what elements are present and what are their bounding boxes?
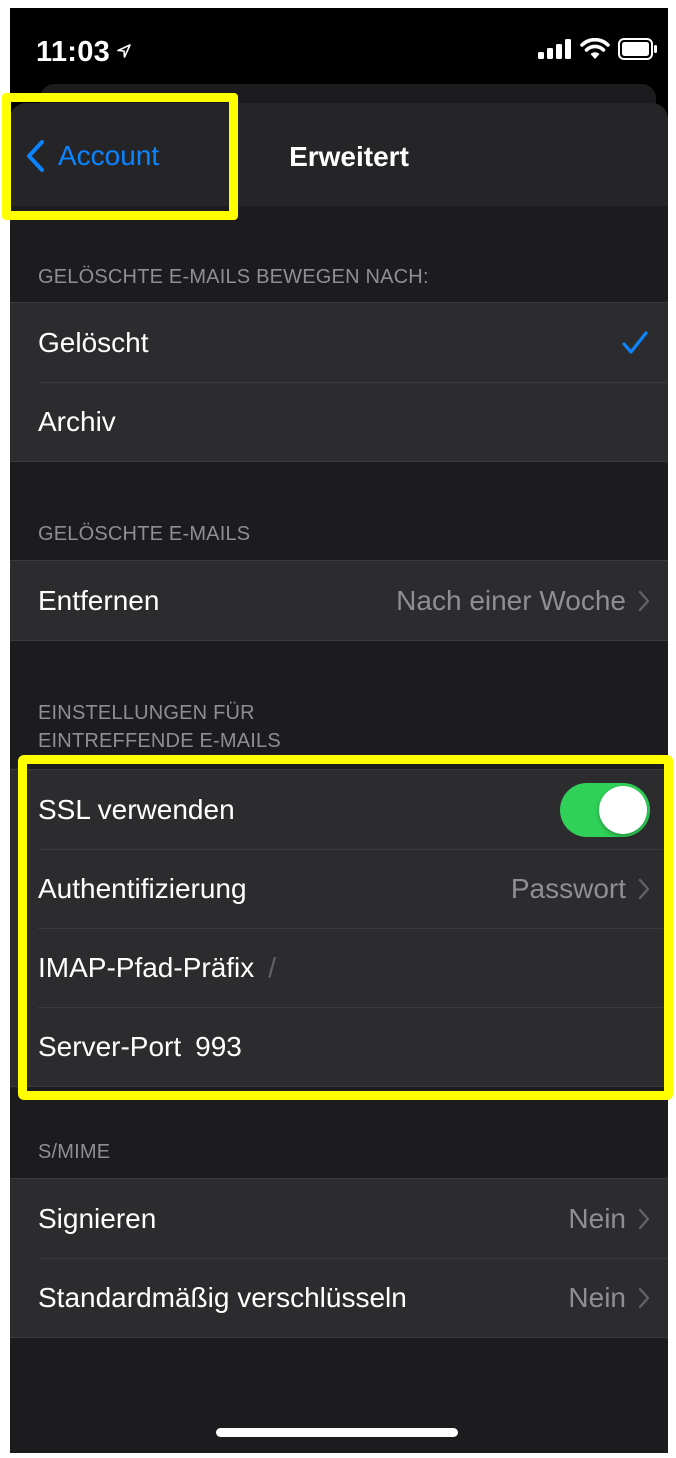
option-label: Gelöscht	[38, 326, 149, 358]
time-text: 11:03	[36, 36, 111, 68]
smime-group: Signieren Nein Standardmäßig verschlüsse…	[10, 1178, 668, 1338]
chevron-right-icon	[638, 1287, 650, 1308]
incoming-settings-group: SSL verwenden Authentifizierung Passwort…	[10, 769, 668, 1087]
section-header-deleted-mails: GELÖSCHTE E-MAILS	[38, 523, 251, 545]
authentication-row[interactable]: Authentifizierung Passwort	[10, 849, 668, 928]
chevron-right-icon	[638, 878, 650, 899]
ssl-row: SSL verwenden	[10, 770, 668, 849]
option-archiv[interactable]: Archiv	[10, 382, 668, 461]
encrypt-label: Standardmäßig verschlüsseln	[38, 1281, 407, 1313]
phone-screen: 11:03 Account Erweitert GELÖSCHTE E-MAIL…	[10, 8, 668, 1453]
chevron-right-icon	[638, 590, 650, 611]
status-time: 11:03	[36, 36, 132, 69]
page-title: Erweitert	[289, 141, 409, 172]
section-header-smime: S/MIME	[38, 1141, 111, 1163]
option-geloescht[interactable]: Gelöscht	[10, 303, 668, 382]
imap-prefix-field[interactable]: /	[268, 952, 276, 984]
chevron-right-icon	[638, 1208, 650, 1229]
wifi-icon	[580, 38, 610, 59]
battery-icon	[618, 38, 657, 60]
remove-value: Nach einer Woche	[396, 584, 626, 616]
status-icons	[538, 38, 658, 60]
encrypt-row[interactable]: Standardmäßig verschlüsseln Nein	[10, 1258, 668, 1337]
server-port-label: Server-Port	[38, 1030, 182, 1062]
sign-value: Nein	[568, 1202, 626, 1234]
section-header-incoming: EINSTELLUNGEN FÜR EINTREFFENDE E-MAILS	[38, 699, 281, 755]
home-indicator	[216, 1428, 458, 1437]
remove-row[interactable]: Entfernen Nach einer Woche	[10, 561, 668, 640]
signal-icon	[538, 39, 571, 59]
ssl-toggle[interactable]	[560, 782, 650, 837]
header-line-2: EINTREFFENDE E-MAILS	[38, 730, 281, 752]
location-arrow-icon	[117, 44, 131, 59]
deleted-mails-group: Entfernen Nach einer Woche	[10, 560, 668, 641]
imap-prefix-label: IMAP-Pfad-Präfix	[38, 951, 255, 983]
sign-row[interactable]: Signieren Nein	[10, 1179, 668, 1258]
auth-label: Authentifizierung	[38, 872, 247, 904]
move-deleted-group: Gelöscht Archiv	[10, 302, 668, 462]
section-header-move-deleted: GELÖSCHTE E-MAILS BEWEGEN NACH:	[38, 266, 429, 288]
server-port-row[interactable]: Server-Port 993	[10, 1007, 668, 1086]
option-label: Archiv	[38, 405, 116, 437]
remove-label: Entfernen	[38, 584, 160, 616]
imap-prefix-row[interactable]: IMAP-Pfad-Präfix /	[10, 928, 668, 1007]
checkmark-icon	[622, 330, 648, 354]
sign-label: Signieren	[38, 1202, 157, 1234]
encrypt-value: Nein	[568, 1281, 626, 1313]
settings-sheet: Account Erweitert GELÖSCHTE E-MAILS BEWE…	[10, 103, 668, 1453]
navigation-bar: Account Erweitert	[10, 103, 668, 206]
ssl-label: SSL verwenden	[38, 793, 235, 825]
toggle-knob	[599, 785, 647, 834]
auth-value: Passwort	[510, 872, 626, 904]
server-port-field[interactable]: 993	[195, 1031, 242, 1063]
header-line-1: EINSTELLUNGEN FÜR	[38, 702, 255, 724]
